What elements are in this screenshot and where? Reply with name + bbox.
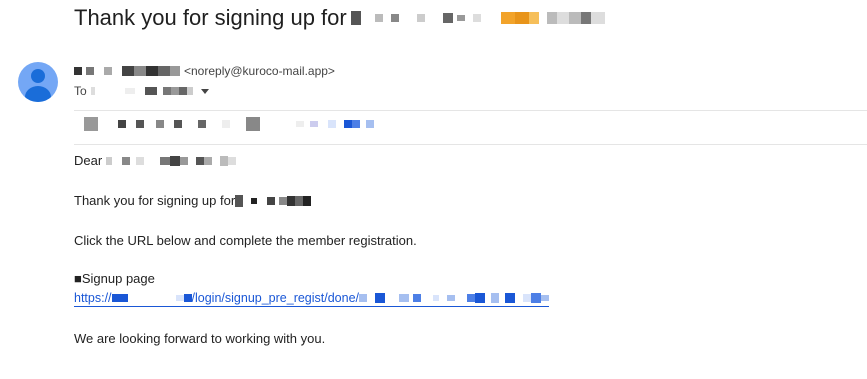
closing-line: We are looking forward to working with y…: [74, 331, 325, 346]
recipient-line[interactable]: To: [74, 84, 209, 98]
recipient-redacted: [90, 87, 193, 95]
to-label: To: [74, 84, 87, 98]
greeting-line: Dear: [74, 153, 237, 168]
header-divider: [74, 110, 867, 111]
avatar-head: [31, 69, 45, 83]
recipient-name-redacted: [106, 155, 237, 166]
instruction-line: Click the URL below and complete the mem…: [74, 233, 417, 248]
service-name-redacted: [235, 194, 312, 207]
redacted-banner-line: [84, 117, 374, 131]
sender-email: <noreply@kuroco-mail.app>: [184, 64, 335, 78]
link-prefix[interactable]: https://: [74, 291, 112, 305]
sender-line: <noreply@kuroco-mail.app>: [74, 64, 335, 78]
subject-text: Thank you for signing up for: [74, 5, 347, 30]
subject-redacted: [350, 11, 605, 25]
signup-heading-text: ■Signup page: [74, 271, 155, 286]
signup-link[interactable]: https:// /login/signup_pre_regist/done/: [74, 291, 550, 307]
closing-text: We are looking forward to working with y…: [74, 331, 326, 346]
person-avatar-icon[interactable]: [18, 62, 58, 102]
signup-heading: ■Signup page: [74, 271, 155, 286]
sender-name-redacted[interactable]: [74, 66, 180, 76]
avatar-body: [25, 86, 51, 102]
link-token-redacted[interactable]: [359, 293, 550, 303]
greeting-text: Dear: [74, 153, 103, 168]
link-path[interactable]: /login/signup_pre_regist/done/: [192, 291, 359, 305]
body-divider: [74, 144, 867, 145]
caret-down-icon[interactable]: [200, 88, 209, 94]
link-domain-redacted[interactable]: [111, 294, 192, 302]
email-subject: Thank you for signing up for: [74, 5, 605, 31]
thanks-line: Thank you for signing up for: [74, 193, 312, 208]
thanks-text: Thank you for signing up for: [74, 193, 236, 208]
instruction-text: Click the URL below and complete the mem…: [74, 233, 417, 248]
